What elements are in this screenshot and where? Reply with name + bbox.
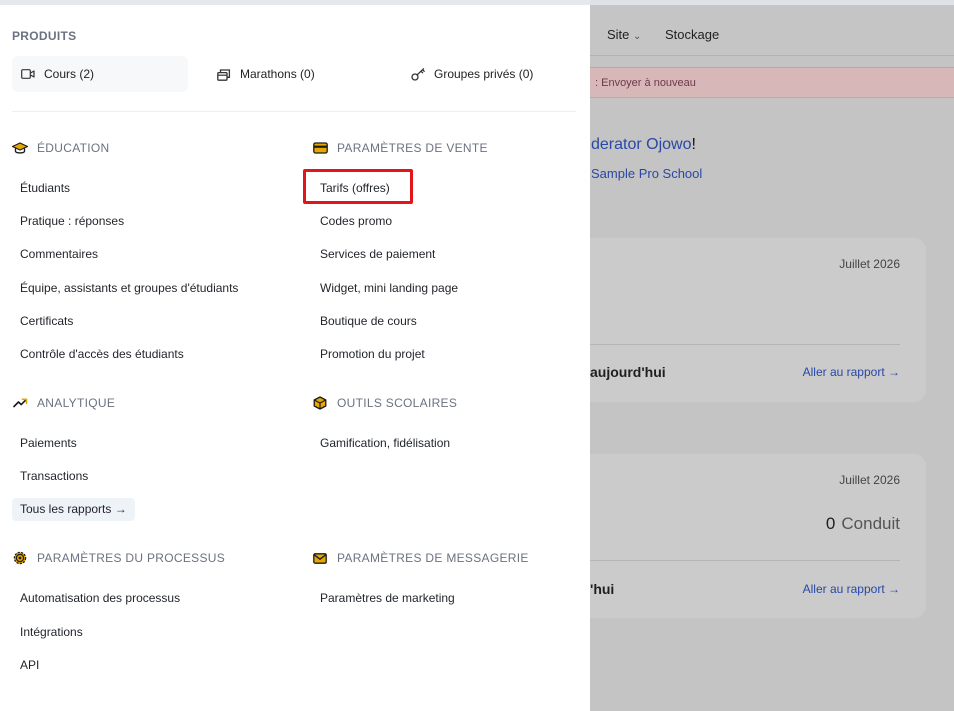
- all-reports-button[interactable]: Tous les rapports →: [12, 498, 135, 521]
- trend-up-icon: [12, 396, 28, 410]
- verification-alert: : Envoyer à nouveau: [586, 67, 954, 98]
- report-card: Juillet 2026 aujourd'hui Aller au rappor…: [560, 238, 926, 402]
- menu-divider: [12, 111, 576, 112]
- chevron-down-icon: ⌄: [633, 31, 642, 42]
- category-process-settings: PARAMÈTRES DU PROCESSUS: [12, 551, 225, 565]
- graduation-cap-icon: [12, 141, 28, 155]
- category-messaging-settings: PARAMÈTRES DE MESSAGERIE: [312, 551, 529, 565]
- category-school-tools: OUTILS SCOLAIRES: [312, 396, 457, 410]
- menu-item-access-control[interactable]: Contrôle d'accès des étudiants: [20, 347, 184, 361]
- card-label: aujourd'hui: [590, 364, 666, 380]
- menu-item-promo-codes[interactable]: Codes promo: [320, 214, 392, 228]
- product-courses-button[interactable]: Cours (2): [12, 56, 188, 92]
- category-sales-settings: PARAMÈTRES DE VENTE: [312, 141, 488, 155]
- go-to-report-link[interactable]: Aller au rapport →: [803, 365, 900, 379]
- menu-item-transactions[interactable]: Transactions: [20, 469, 88, 483]
- menu-item-gamification[interactable]: Gamification, fidélisation: [320, 436, 450, 450]
- product-marathons-button[interactable]: Marathons (0): [206, 56, 376, 92]
- menu-item-payment-services[interactable]: Services de paiement: [320, 247, 435, 261]
- product-label: Marathons (0): [240, 67, 315, 81]
- school-link[interactable]: Sample Pro School: [591, 166, 702, 181]
- report-card: Juillet 2026 0 Conduit 'hui Aller au rapp…: [560, 454, 926, 618]
- menu-item-marketing-settings[interactable]: Paramètres de marketing: [320, 591, 455, 605]
- key-icon: [410, 67, 426, 81]
- nav-site[interactable]: Site ⌄: [607, 27, 641, 42]
- highlight-box: [303, 169, 413, 204]
- stack-icon: [216, 67, 232, 81]
- nav-storage[interactable]: Stockage: [665, 27, 719, 42]
- menu-item-project-promotion[interactable]: Promotion du projet: [320, 347, 425, 361]
- card-date: Juillet 2026: [839, 257, 900, 271]
- product-private-groups-button[interactable]: Groupes privés (0): [402, 56, 572, 92]
- welcome-heading: derator Ojowo!: [591, 136, 696, 153]
- card-date: Juillet 2026: [839, 473, 900, 487]
- menu-item-team-assistants[interactable]: Équipe, assistants et groupes d'étudiant…: [20, 281, 238, 295]
- mega-menu-panel: PRODUITS Cours (2) Marathons (0) Groupes…: [0, 0, 590, 711]
- menu-item-comments[interactable]: Commentaires: [20, 247, 98, 261]
- resend-link[interactable]: : Envoyer à nouveau: [595, 77, 696, 89]
- video-camera-icon: [20, 67, 36, 81]
- menu-item-students[interactable]: Étudiants: [20, 181, 70, 195]
- menu-item-process-automation[interactable]: Automatisation des processus: [20, 591, 180, 605]
- gear-icon: [12, 551, 28, 565]
- card-value: 0 Conduit: [825, 514, 900, 533]
- go-to-report-link[interactable]: Aller au rapport →: [803, 582, 900, 596]
- cube-icon: [312, 396, 328, 410]
- envelope-icon: [312, 551, 328, 565]
- card-divider: [590, 560, 900, 561]
- menu-item-certificates[interactable]: Certificats: [20, 314, 73, 328]
- category-analytics: ANALYTIQUE: [12, 396, 115, 410]
- card-divider: [590, 344, 900, 345]
- product-label: Groupes privés (0): [434, 67, 534, 81]
- menu-item-course-shop[interactable]: Boutique de cours: [320, 314, 417, 328]
- menu-item-widget[interactable]: Widget, mini landing page: [320, 281, 458, 295]
- menu-item-api[interactable]: API: [20, 658, 39, 672]
- category-education: ÉDUCATION: [12, 141, 109, 155]
- product-label: Cours (2): [44, 67, 95, 81]
- menu-item-payments[interactable]: Paiements: [20, 436, 77, 450]
- menu-item-integrations[interactable]: Intégrations: [20, 625, 83, 639]
- products-title: PRODUITS: [12, 29, 77, 43]
- card-label: 'hui: [590, 581, 615, 597]
- credit-card-icon: [312, 141, 328, 155]
- menu-item-practice-answers[interactable]: Pratique : réponses: [20, 214, 124, 228]
